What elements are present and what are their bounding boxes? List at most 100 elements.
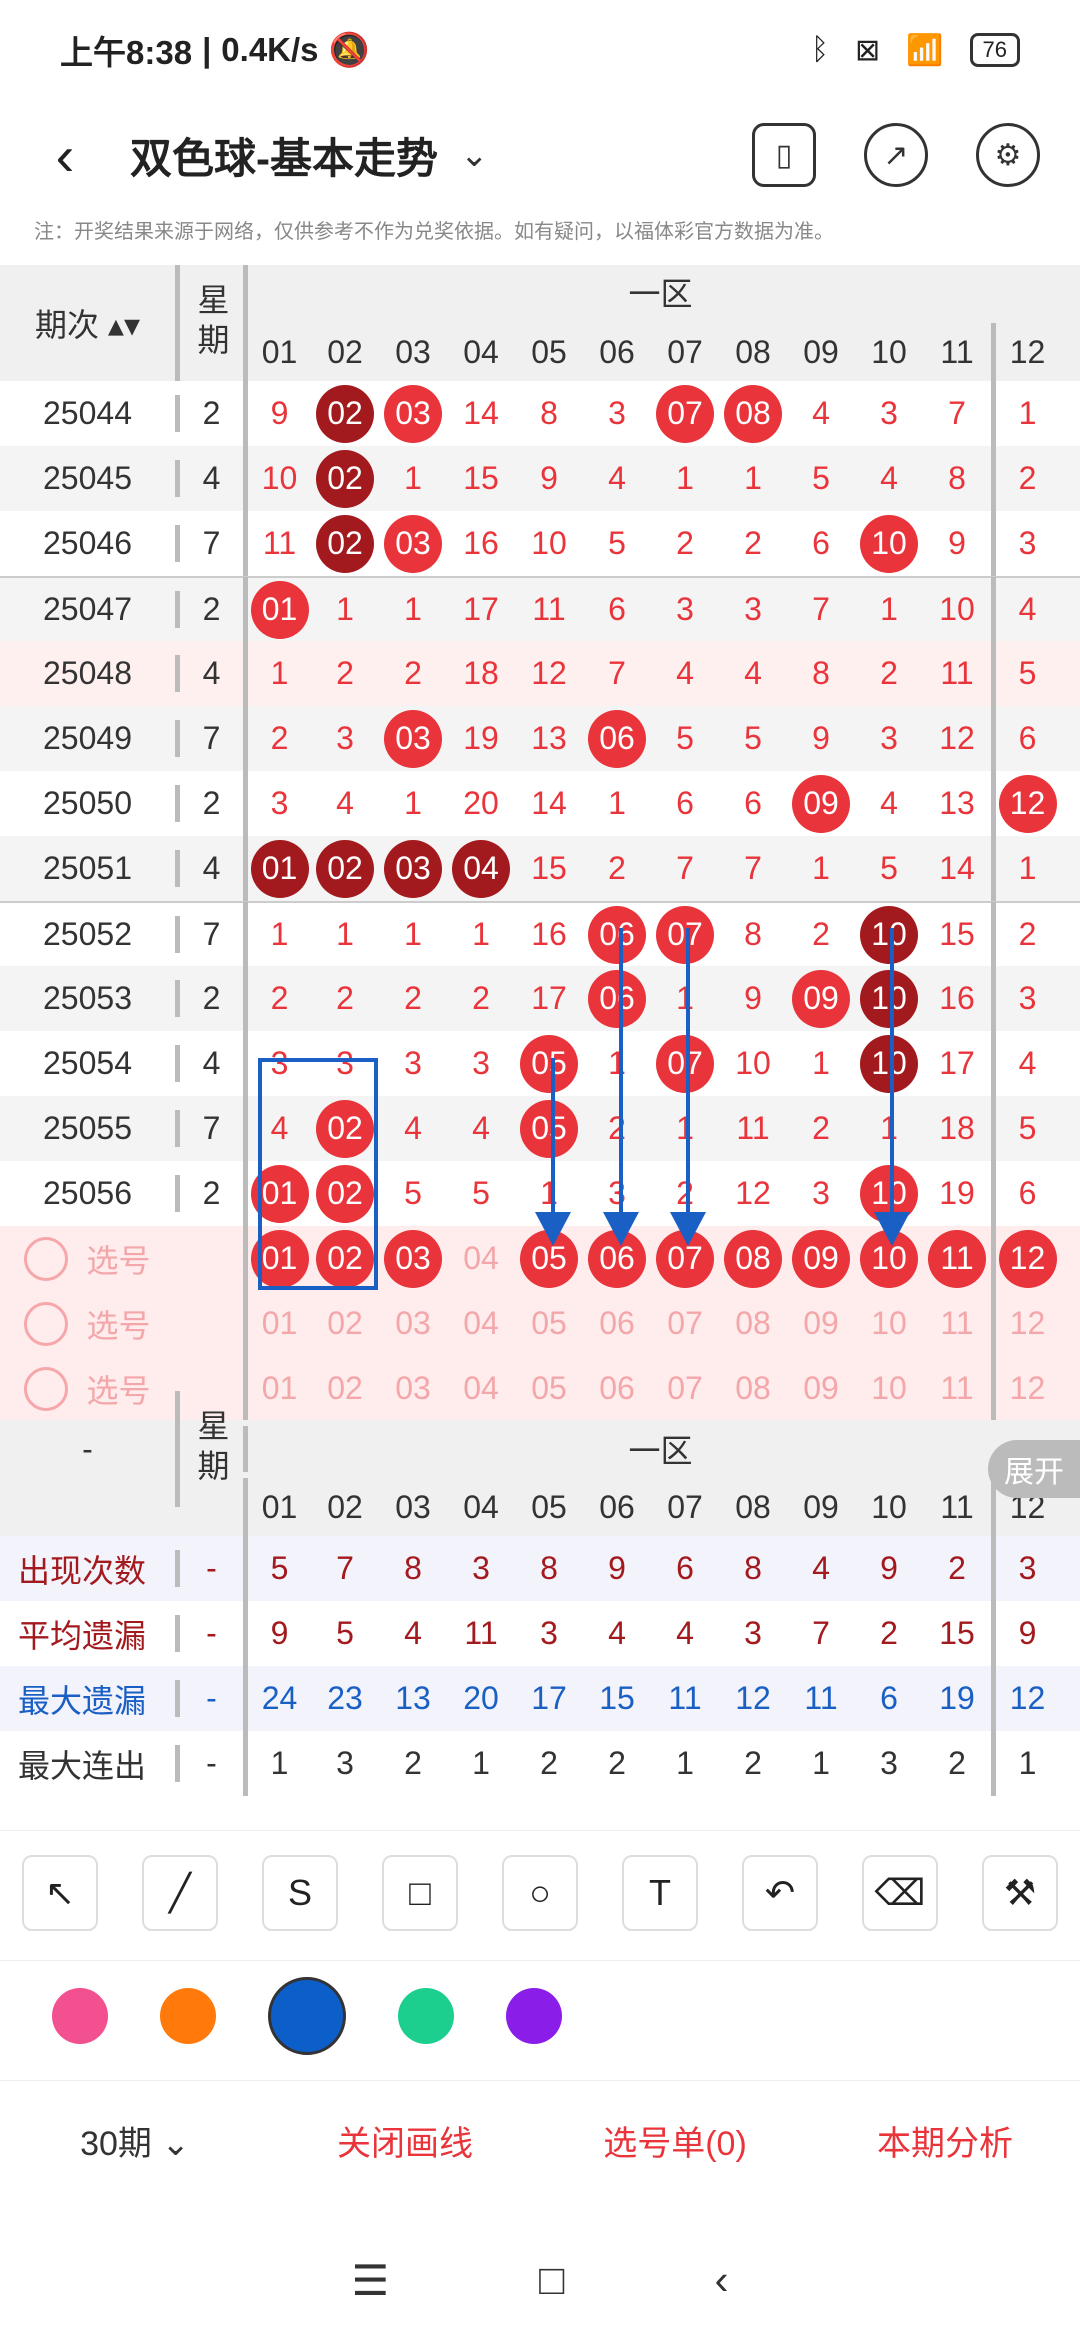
pick-radio[interactable]: 选号 bbox=[0, 1236, 175, 1282]
menu-icon[interactable]: ☰ bbox=[351, 2256, 389, 2305]
pick-number[interactable]: 09 bbox=[787, 1356, 855, 1421]
pick-number[interactable]: 11 bbox=[923, 1291, 991, 1356]
color-swatch[interactable] bbox=[160, 1987, 216, 2044]
phone-rotate-icon[interactable]: ▯ bbox=[752, 123, 816, 187]
pick-value: 05 bbox=[531, 1370, 567, 1406]
pick-number[interactable]: 07 bbox=[651, 1291, 719, 1356]
pick-label: 选号 bbox=[86, 1242, 151, 1279]
pick-number[interactable]: 04 bbox=[447, 1291, 515, 1356]
period-select[interactable]: 30期 ⌄ bbox=[0, 2116, 270, 2165]
pick-number[interactable]: 05 bbox=[515, 1291, 583, 1356]
pick-number[interactable]: 12 bbox=[991, 1356, 1059, 1421]
pick-number[interactable]: 10 bbox=[855, 1291, 923, 1356]
select-arrow-icon[interactable]: ↖ bbox=[22, 1855, 98, 1931]
undo-icon[interactable]: ↶ bbox=[742, 1855, 818, 1931]
pick-number[interactable]: 09 bbox=[787, 1226, 855, 1291]
radio-icon[interactable] bbox=[24, 1301, 69, 1346]
share-icon[interactable]: ↗ bbox=[864, 123, 928, 187]
miss-count: 4 bbox=[336, 785, 354, 821]
miss-count: 5 bbox=[1018, 655, 1037, 691]
color-swatch[interactable] bbox=[52, 1987, 108, 2044]
pick-number[interactable]: 06 bbox=[583, 1291, 651, 1356]
number-cell: 3 bbox=[787, 1161, 855, 1226]
miss-count: 6 bbox=[744, 785, 762, 821]
curve-icon[interactable]: S bbox=[262, 1855, 338, 1931]
miss-count: 1 bbox=[540, 1175, 558, 1211]
miss-count: 2 bbox=[676, 1175, 694, 1211]
miss-count: 10 bbox=[531, 525, 567, 561]
miss-count: 9 bbox=[948, 525, 966, 561]
close-drawing-button[interactable]: 关闭画线 bbox=[270, 2116, 540, 2165]
issue-header[interactable]: 期次 ▴▾ bbox=[0, 265, 175, 381]
eraser-icon[interactable]: ⌫ bbox=[862, 1855, 938, 1931]
miss-count: 1 bbox=[404, 785, 422, 821]
bluetooth-icon: ᛒ bbox=[811, 33, 830, 66]
radio-icon[interactable] bbox=[24, 1236, 69, 1281]
pick-number[interactable]: 06 bbox=[583, 1356, 651, 1421]
pick-number[interactable]: 08 bbox=[719, 1226, 787, 1291]
color-swatch[interactable] bbox=[398, 1987, 454, 2044]
stats-value: 24 bbox=[243, 1666, 311, 1731]
number-cell: 3 bbox=[379, 1031, 447, 1096]
back-icon[interactable]: ‹ bbox=[0, 123, 130, 188]
color-swatch[interactable] bbox=[268, 1976, 346, 2055]
pick-number[interactable]: 04 bbox=[447, 1356, 515, 1421]
pick-number[interactable]: 03 bbox=[379, 1356, 447, 1421]
number-cell: 13 bbox=[515, 706, 583, 771]
settings-icon[interactable]: ⚙ bbox=[976, 123, 1040, 187]
miss-count: 3 bbox=[404, 1045, 422, 1081]
number-cell: 7 bbox=[583, 641, 651, 706]
pick-number[interactable]: 07 bbox=[651, 1356, 719, 1421]
circle-icon[interactable]: ○ bbox=[502, 1855, 578, 1931]
number-cell: 6 bbox=[991, 706, 1059, 771]
clear-icon[interactable]: ⚒ bbox=[982, 1855, 1058, 1931]
number-cell: 10 bbox=[243, 446, 311, 511]
miss-count: 12 bbox=[939, 720, 975, 756]
pick-number[interactable]: 10 bbox=[855, 1356, 923, 1421]
pick-number[interactable]: 08 bbox=[719, 1291, 787, 1356]
miss-count: 6 bbox=[676, 785, 694, 821]
pick-number[interactable]: 11 bbox=[923, 1226, 991, 1291]
analysis-button[interactable]: 本期分析 bbox=[810, 2116, 1080, 2165]
pick-list-button[interactable]: 选号单(0) bbox=[540, 2116, 810, 2165]
pick-number[interactable]: 02 bbox=[311, 1291, 379, 1356]
number-cell: 18 bbox=[923, 1096, 991, 1161]
pick-number[interactable]: 12 bbox=[991, 1291, 1059, 1356]
pick-radio[interactable]: 选号 bbox=[0, 1301, 175, 1347]
page-title[interactable]: 双色球-基本走势 bbox=[130, 125, 438, 186]
pick-number[interactable]: 03 bbox=[379, 1291, 447, 1356]
color-swatch[interactable] bbox=[506, 1987, 562, 2044]
number-cell: 1 bbox=[787, 1031, 855, 1096]
stats-value: 2 bbox=[540, 1745, 558, 1781]
expand-button[interactable]: 展开 bbox=[988, 1440, 1080, 1498]
pick-number[interactable]: 01 bbox=[243, 1291, 311, 1356]
pick-number[interactable]: 08 bbox=[719, 1356, 787, 1421]
number-cell: 18 bbox=[447, 641, 515, 706]
number-cell: 8 bbox=[923, 446, 991, 511]
home-icon[interactable]: □ bbox=[539, 2256, 564, 2304]
miss-count: 1 bbox=[404, 460, 422, 496]
line-icon[interactable]: ╱ bbox=[142, 1855, 218, 1931]
pick-number[interactable]: 05 bbox=[515, 1356, 583, 1421]
number-cell: 1 bbox=[379, 902, 447, 967]
pick-number[interactable]: 11 bbox=[923, 1356, 991, 1421]
pick-value: 08 bbox=[735, 1370, 771, 1406]
pick-number[interactable]: 04 bbox=[447, 1226, 515, 1291]
pick-number[interactable]: 09 bbox=[787, 1291, 855, 1356]
stats-col-header: 01 bbox=[243, 1478, 311, 1536]
drawn-arrow-2 bbox=[619, 928, 623, 1228]
stats-value: 12 bbox=[735, 1680, 771, 1716]
miss-count: 2 bbox=[472, 980, 490, 1016]
text-icon[interactable]: T bbox=[622, 1855, 698, 1931]
pick-number[interactable]: 03 bbox=[379, 1226, 447, 1291]
drawn-ball: 02 bbox=[316, 449, 374, 508]
miss-count: 2 bbox=[608, 1110, 626, 1146]
pick-number[interactable]: 01 bbox=[243, 1356, 311, 1421]
pick-value: 04 bbox=[463, 1370, 499, 1406]
pick-number[interactable]: 12 bbox=[991, 1226, 1059, 1291]
pick-number[interactable]: 02 bbox=[311, 1356, 379, 1421]
rectangle-icon[interactable]: □ bbox=[382, 1855, 458, 1931]
chevron-down-icon[interactable]: ⌄ bbox=[460, 135, 489, 175]
miss-count: 3 bbox=[880, 720, 898, 756]
back-nav-icon[interactable]: ‹ bbox=[715, 2256, 729, 2304]
